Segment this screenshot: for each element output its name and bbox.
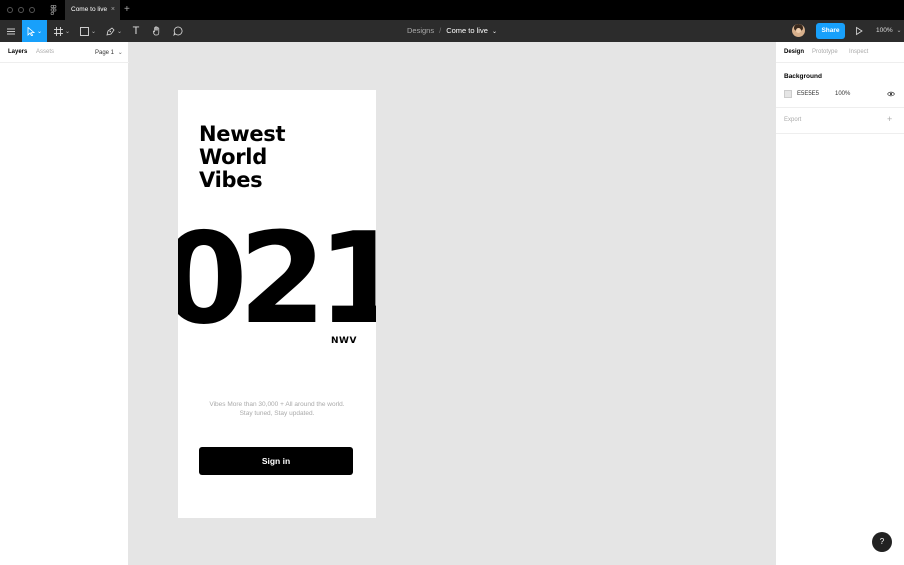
properties-panel-header: Design Prototype Inspect	[776, 42, 904, 63]
tab-layers[interactable]: Layers	[8, 49, 27, 55]
canvas[interactable]: Newest World Vibes 021 NWV Vibes More th…	[129, 42, 775, 565]
breadcrumb-separator: /	[439, 26, 442, 35]
file-menu-caret[interactable]: ⌄	[492, 29, 497, 35]
page-selector[interactable]: Page 1 ⌄	[95, 49, 123, 56]
add-tab-button[interactable]: +	[124, 0, 130, 20]
section-divider	[776, 107, 904, 108]
breadcrumb-project[interactable]: Designs	[407, 26, 434, 35]
breadcrumb-file[interactable]: Come to live	[446, 26, 488, 35]
eye-icon[interactable]	[887, 90, 895, 98]
mobile-frame[interactable]: Newest World Vibes 021 NWV Vibes More th…	[178, 90, 376, 518]
tagline-line-2: Stay tuned, Stay updated.	[239, 410, 315, 417]
zoom-caret: ⌄	[896, 28, 902, 34]
background-color-swatch[interactable]	[784, 90, 792, 98]
figma-app: Come to live × + ⌄ ⌄ ⌄ ⌄ T Designs / Com…	[0, 0, 904, 565]
title-bar: Come to live × +	[0, 0, 904, 20]
add-export-button[interactable]: +	[887, 114, 892, 124]
help-button[interactable]: ?	[872, 532, 892, 552]
tab-prototype[interactable]: Prototype	[812, 49, 838, 55]
close-window-icon[interactable]	[7, 7, 13, 13]
tagline-line-1: Vibes More than 30,000 + All around the …	[209, 401, 345, 408]
present-play-icon[interactable]	[854, 26, 864, 36]
toolbar: ⌄ ⌄ ⌄ ⌄ T Designs/Come to live ⌄ Share	[0, 20, 904, 42]
maximize-window-icon[interactable]	[29, 7, 35, 13]
tagline: Vibes More than 30,000 + All around the …	[188, 400, 366, 418]
tab-inspect[interactable]: Inspect	[849, 49, 868, 55]
layers-panel: Layers Assets Page 1 ⌄	[0, 42, 129, 565]
headline-line-1: Newest	[199, 122, 286, 146]
file-tab[interactable]: Come to live ×	[65, 0, 120, 20]
tab-design[interactable]: Design	[784, 49, 804, 55]
background-hex-input[interactable]: E5E5E5	[797, 90, 819, 98]
frame-headline: Newest World Vibes	[199, 123, 369, 192]
layers-panel-header: Layers Assets Page 1 ⌄	[0, 42, 129, 63]
close-tab-icon[interactable]: ×	[111, 0, 115, 20]
share-button[interactable]: Share	[816, 23, 845, 39]
zoom-level: 100%	[876, 27, 893, 34]
properties-panel: Design Prototype Inspect Background E5E5…	[775, 42, 904, 565]
figma-logo-icon[interactable]	[50, 5, 57, 15]
background-opacity-input[interactable]: 100%	[835, 90, 850, 98]
zoom-dropdown[interactable]: 100% ⌄	[876, 20, 901, 42]
minimize-window-icon[interactable]	[18, 7, 24, 13]
file-tab-label: Come to live	[71, 6, 108, 13]
background-section-title: Background	[784, 73, 822, 80]
breadcrumb: Designs / Come to live ⌄	[0, 20, 904, 42]
section-divider	[776, 133, 904, 134]
headline-line-3: Vibes	[199, 168, 263, 192]
avatar[interactable]	[792, 24, 805, 37]
sign-in-button[interactable]: Sign in	[199, 447, 353, 475]
headline-line-2: World	[199, 145, 267, 169]
big-number: 021	[178, 205, 376, 352]
page-selector-caret: ⌄	[117, 50, 123, 56]
brand-short-label: NWV	[331, 336, 357, 346]
tab-assets[interactable]: Assets	[36, 49, 54, 55]
page-selector-label: Page 1	[95, 50, 115, 56]
export-section-title: Export	[784, 117, 802, 123]
